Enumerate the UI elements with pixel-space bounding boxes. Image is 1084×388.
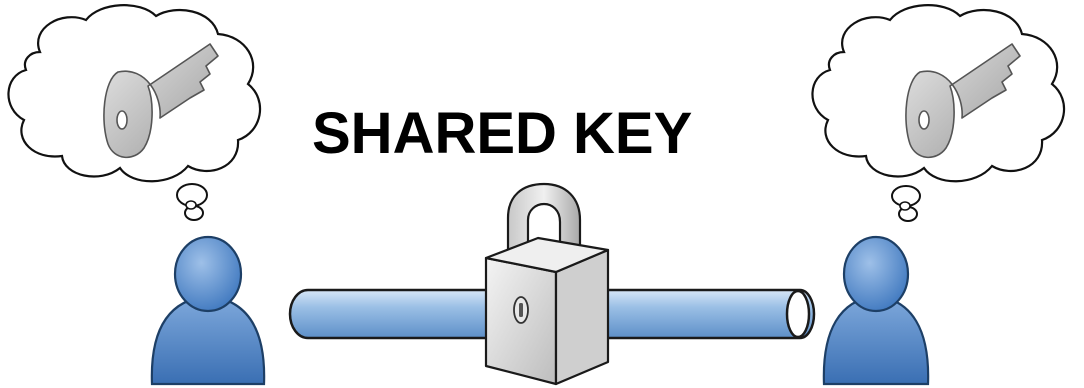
padlock-body-side [554,248,610,386]
person-icon [150,235,266,386]
left-person-head [173,235,243,313]
right-person-head [842,235,910,313]
diagram-title: SHARED KEY [312,101,693,166]
padlock-keyhole-slot [519,303,523,317]
right-thought-cloud [811,4,1066,222]
shared-key-diagram [7,4,1066,386]
left-thought-cloud [7,4,262,221]
right-thought-bubble-small [899,201,911,211]
left-thought-bubble-small [185,200,197,210]
pipe-end-cap [785,289,811,339]
person-icon [822,235,930,386]
padlock-icon [484,182,610,386]
